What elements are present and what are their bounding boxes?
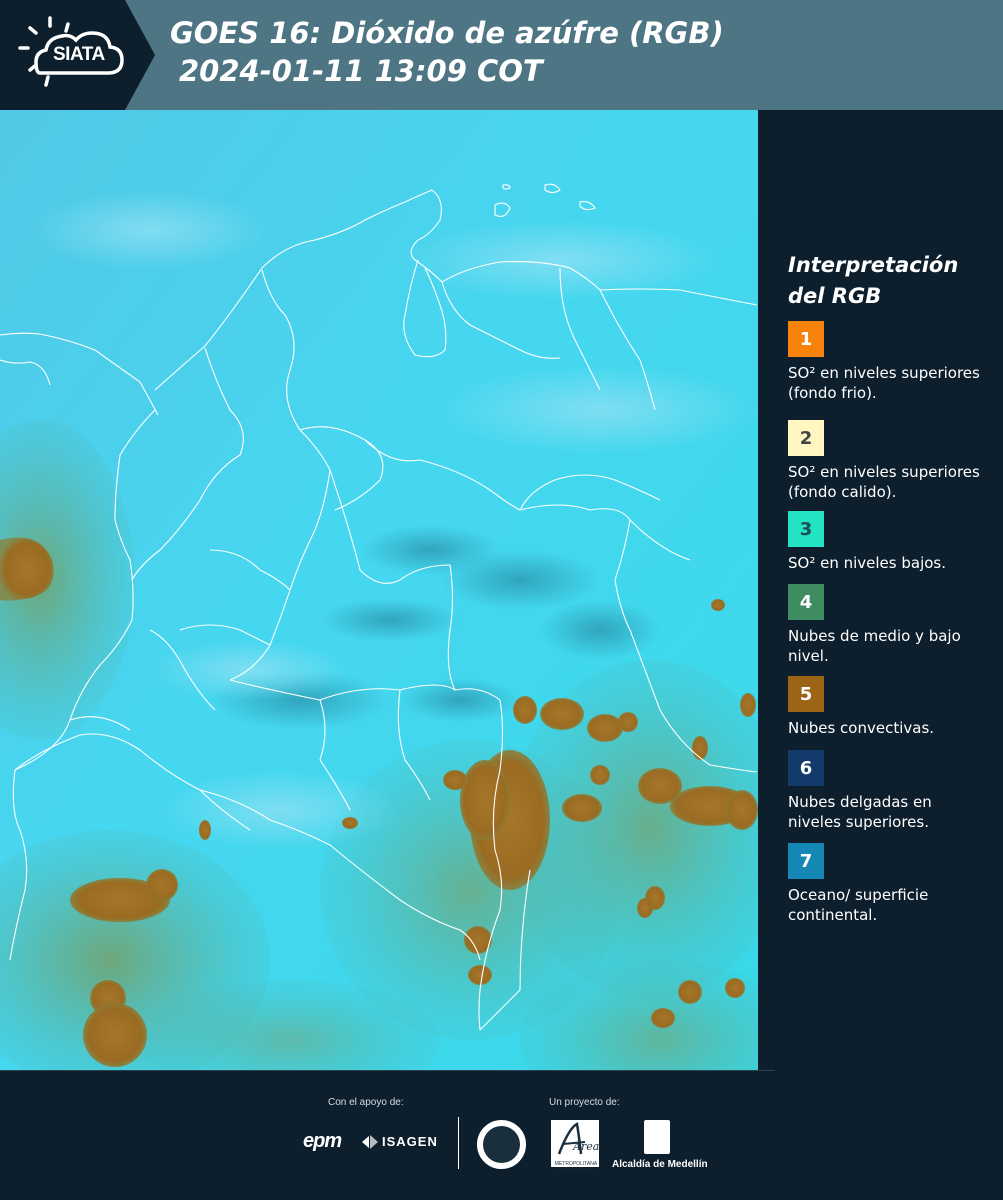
isagen-icon <box>362 1135 378 1149</box>
alcaldia-shield-icon[interactable] <box>644 1120 670 1154</box>
legend-swatch: 1 <box>788 321 824 357</box>
legend-description: SO² en niveles bajos. <box>788 554 947 572</box>
legend: Interpretación del RGB <box>788 250 988 322</box>
area-logo-text: Área <box>572 1139 599 1153</box>
support-label: Con el apoyo de: <box>328 1097 404 1108</box>
legend-swatch: 2 <box>788 420 824 456</box>
area-metropolitana-icon: Área <box>557 1122 599 1155</box>
legend-item-2: 2 SO² en niveles superiores (fondo calido… <box>788 420 983 502</box>
legend-swatch: 6 <box>788 750 824 786</box>
seal-emblem-icon <box>483 1126 520 1163</box>
medellin-seal-logo[interactable] <box>477 1120 526 1169</box>
siata-logo-text: SIATA <box>53 44 105 65</box>
legend-item-1: 1 SO² en niveles superiores (fondo frio). <box>788 321 983 403</box>
title-product: GOES 16: Dióxido de azúfre (RGB) <box>170 16 724 50</box>
legend-item-7: 7 Oceano/ superficie continental. <box>788 843 983 925</box>
area-metropolitana-subtitle: METROPOLITANA Valle de Aburrá <box>554 1161 598 1173</box>
satellite-image <box>0 110 758 1070</box>
isagen-logo[interactable]: ISAGEN <box>382 1134 438 1149</box>
legend-description: Nubes de medio y bajo nivel. <box>788 627 961 665</box>
area-metropolitana-logo[interactable]: Área <box>551 1120 599 1167</box>
page-title: GOES 16: Dióxido de azúfre (RGB) 2024-01… <box>170 14 724 90</box>
legend-item-4: 4 Nubes de medio y bajo nivel. <box>788 584 983 666</box>
legend-title: Interpretación del RGB <box>788 253 959 308</box>
legend-swatch: 5 <box>788 676 824 712</box>
legend-swatch: 3 <box>788 511 824 547</box>
legend-description: SO² en niveles superiores (fondo calido)… <box>788 463 980 501</box>
alcaldia-label: Alcaldía de Medellín <box>612 1159 708 1170</box>
legend-description: SO² en niveles superiores (fondo frio). <box>788 364 980 402</box>
epm-logo[interactable]: epm <box>303 1130 342 1153</box>
siata-logo[interactable]: SIATA <box>0 0 155 110</box>
legend-description: Nubes convectivas. <box>788 719 935 737</box>
legend-description: Nubes delgadas en niveles superiores. <box>788 793 932 831</box>
legend-swatch: 7 <box>788 843 824 879</box>
footer: Con el apoyo de: Un proyecto de: epm ISA… <box>0 1070 1003 1200</box>
project-label: Un proyecto de: <box>549 1097 620 1108</box>
legend-item-6: 6 Nubes delgadas en niveles superiores. <box>788 750 983 832</box>
title-timestamp: 2024-01-11 13:09 COT <box>179 54 543 88</box>
legend-item-3: 3 SO² en niveles bajos. <box>788 511 983 573</box>
footer-separator <box>458 1117 459 1169</box>
legend-description: Oceano/ superficie continental. <box>788 886 929 924</box>
footer-divider <box>0 1070 775 1071</box>
header-bar: SIATA GOES 16: Dióxido de azúfre (RGB) 2… <box>0 0 1003 110</box>
legend-swatch: 4 <box>788 584 824 620</box>
legend-item-5: 5 Nubes convectivas. <box>788 676 983 738</box>
